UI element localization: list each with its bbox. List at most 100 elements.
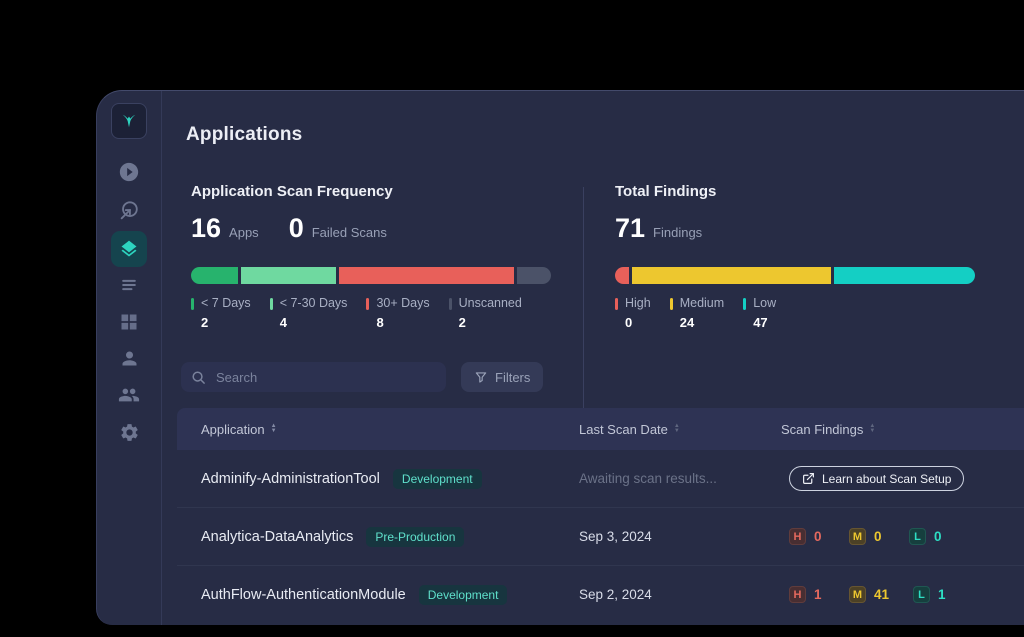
legend-value: 47 bbox=[753, 315, 776, 330]
scan-frequency-legend: < 7 Days 2 < 7-30 Days 4 30+ Days 8 bbox=[191, 296, 551, 330]
scan-frequency-bar bbox=[191, 267, 551, 284]
high-count: 0 bbox=[814, 529, 822, 544]
menu-lines-icon bbox=[119, 275, 139, 295]
scan-findings-cell: H 1 M 41 L 1 bbox=[781, 586, 1024, 603]
total-findings-title: Total Findings bbox=[615, 183, 975, 200]
search-icon bbox=[191, 370, 206, 385]
table-row[interactable]: Analytica-DataAnalytics Pre-Production S… bbox=[177, 508, 1024, 566]
users-icon bbox=[118, 384, 140, 406]
search-input[interactable] bbox=[214, 369, 436, 386]
last-scan-cell: Sep 3, 2024 bbox=[579, 529, 781, 544]
sort-icon[interactable]: ▲▼ bbox=[674, 424, 680, 434]
funnel-icon bbox=[474, 370, 488, 384]
toolbar: Filters bbox=[181, 362, 543, 392]
external-link-icon bbox=[802, 472, 815, 485]
findings-label: Findings bbox=[653, 225, 702, 240]
learn-scan-setup-button[interactable]: Learn about Scan Setup bbox=[789, 466, 964, 491]
sidebar-item-applications[interactable] bbox=[111, 231, 147, 267]
filters-button[interactable]: Filters bbox=[461, 362, 543, 392]
bar-segment-medium bbox=[632, 267, 831, 284]
sidebar bbox=[97, 91, 162, 625]
search-box[interactable] bbox=[181, 362, 446, 392]
target-arrow-icon bbox=[118, 200, 140, 222]
layers-icon bbox=[119, 239, 139, 259]
legend-label: Medium bbox=[680, 296, 724, 310]
bar-segment-7to30 bbox=[241, 267, 336, 284]
table-row[interactable]: Adminify-AdministrationTool Development … bbox=[177, 450, 1024, 508]
brand-logo bbox=[111, 103, 147, 139]
filters-label: Filters bbox=[495, 370, 530, 385]
high-findings: H 1 bbox=[789, 586, 825, 603]
environment-badge: Development bbox=[419, 585, 508, 605]
legend-tick bbox=[449, 298, 452, 310]
legend-label: High bbox=[625, 296, 651, 310]
legend-value: 4 bbox=[280, 315, 348, 330]
legend-label: 30+ Days bbox=[376, 296, 429, 310]
low-count: 0 bbox=[934, 529, 942, 544]
failed-scans-label: Failed Scans bbox=[312, 225, 387, 240]
low-findings: L 1 bbox=[913, 586, 949, 603]
total-findings-stats: 71 Findings bbox=[615, 213, 975, 244]
legend-tick bbox=[191, 298, 194, 310]
gear-icon bbox=[119, 422, 140, 443]
low-findings: L 0 bbox=[909, 528, 945, 545]
low-count: 1 bbox=[938, 587, 946, 602]
total-findings-section: Total Findings 71 Findings High bbox=[615, 183, 975, 413]
total-findings-bar bbox=[615, 267, 975, 284]
sidebar-item-settings[interactable] bbox=[117, 420, 141, 444]
bar-segment-low bbox=[834, 267, 975, 284]
page-title: Applications bbox=[186, 124, 302, 146]
main-content: Applications Application Scan Frequency … bbox=[161, 91, 1024, 625]
low-severity-icon: L bbox=[913, 586, 930, 603]
last-scan-cell: Awaiting scan results... bbox=[579, 471, 781, 486]
scan-frequency-stats: 16 Apps 0 Failed Scans bbox=[191, 213, 551, 244]
apps-label: Apps bbox=[229, 225, 259, 240]
sidebar-item-queue[interactable] bbox=[117, 273, 141, 297]
environment-badge: Development bbox=[393, 469, 482, 489]
sidebar-item-attack-path[interactable] bbox=[117, 199, 141, 223]
scan-findings-cell: Learn about Scan Setup bbox=[781, 466, 1024, 491]
sidebar-item-play[interactable] bbox=[117, 160, 141, 184]
application-name: AuthFlow-AuthenticationModule bbox=[201, 587, 406, 603]
applications-table: Application ▲▼ Last Scan Date ▲▼ Scan Fi… bbox=[177, 408, 1024, 623]
app-window: Applications Application Scan Frequency … bbox=[96, 90, 1024, 625]
column-header-last-scan-date[interactable]: Last Scan Date ▲▼ bbox=[579, 422, 781, 437]
high-findings: H 0 bbox=[789, 528, 825, 545]
legend-item: Medium 24 bbox=[670, 296, 724, 330]
low-severity-icon: L bbox=[909, 528, 926, 545]
application-name: Analytica-DataAnalytics bbox=[201, 529, 353, 545]
sort-icon[interactable]: ▲▼ bbox=[869, 424, 875, 434]
sidebar-item-user[interactable] bbox=[117, 346, 141, 370]
legend-tick bbox=[615, 298, 618, 310]
legend-item: < 7 Days 2 bbox=[191, 296, 251, 330]
medium-findings: M 41 bbox=[849, 586, 889, 603]
bar-segment-high bbox=[615, 267, 629, 284]
legend-item: Unscanned 2 bbox=[449, 296, 522, 330]
bar-segment-under7 bbox=[191, 267, 238, 284]
phoenix-logo-icon bbox=[120, 112, 138, 130]
environment-badge: Pre-Production bbox=[366, 527, 464, 547]
section-divider bbox=[583, 187, 584, 413]
sidebar-item-team[interactable] bbox=[117, 383, 141, 407]
legend-value: 2 bbox=[459, 315, 522, 330]
scan-findings-cell: H 0 M 0 L 0 bbox=[781, 528, 1024, 545]
table-row[interactable]: AuthFlow-AuthenticationModule Developmen… bbox=[177, 566, 1024, 623]
column-header-application[interactable]: Application ▲▼ bbox=[177, 422, 579, 437]
legend-item: High 0 bbox=[615, 296, 651, 330]
failed-scans-count: 0 bbox=[289, 213, 304, 244]
scan-frequency-title: Application Scan Frequency bbox=[191, 183, 551, 200]
bar-segment-unscanned bbox=[517, 267, 551, 284]
legend-label: < 7-30 Days bbox=[280, 296, 348, 310]
sidebar-item-dashboard[interactable] bbox=[117, 310, 141, 334]
column-header-scan-findings[interactable]: Scan Findings ▲▼ bbox=[781, 422, 1024, 437]
legend-tick bbox=[270, 298, 273, 310]
legend-label: < 7 Days bbox=[201, 296, 251, 310]
medium-count: 41 bbox=[874, 587, 889, 602]
legend-item: 30+ Days 8 bbox=[366, 296, 429, 330]
sort-icon[interactable]: ▲▼ bbox=[271, 424, 277, 434]
legend-label: Unscanned bbox=[459, 296, 522, 310]
application-cell: Analytica-DataAnalytics Pre-Production bbox=[177, 527, 579, 547]
last-scan-cell: Sep 2, 2024 bbox=[579, 587, 781, 602]
application-cell: Adminify-AdministrationTool Development bbox=[177, 469, 579, 489]
table-header: Application ▲▼ Last Scan Date ▲▼ Scan Fi… bbox=[177, 408, 1024, 450]
